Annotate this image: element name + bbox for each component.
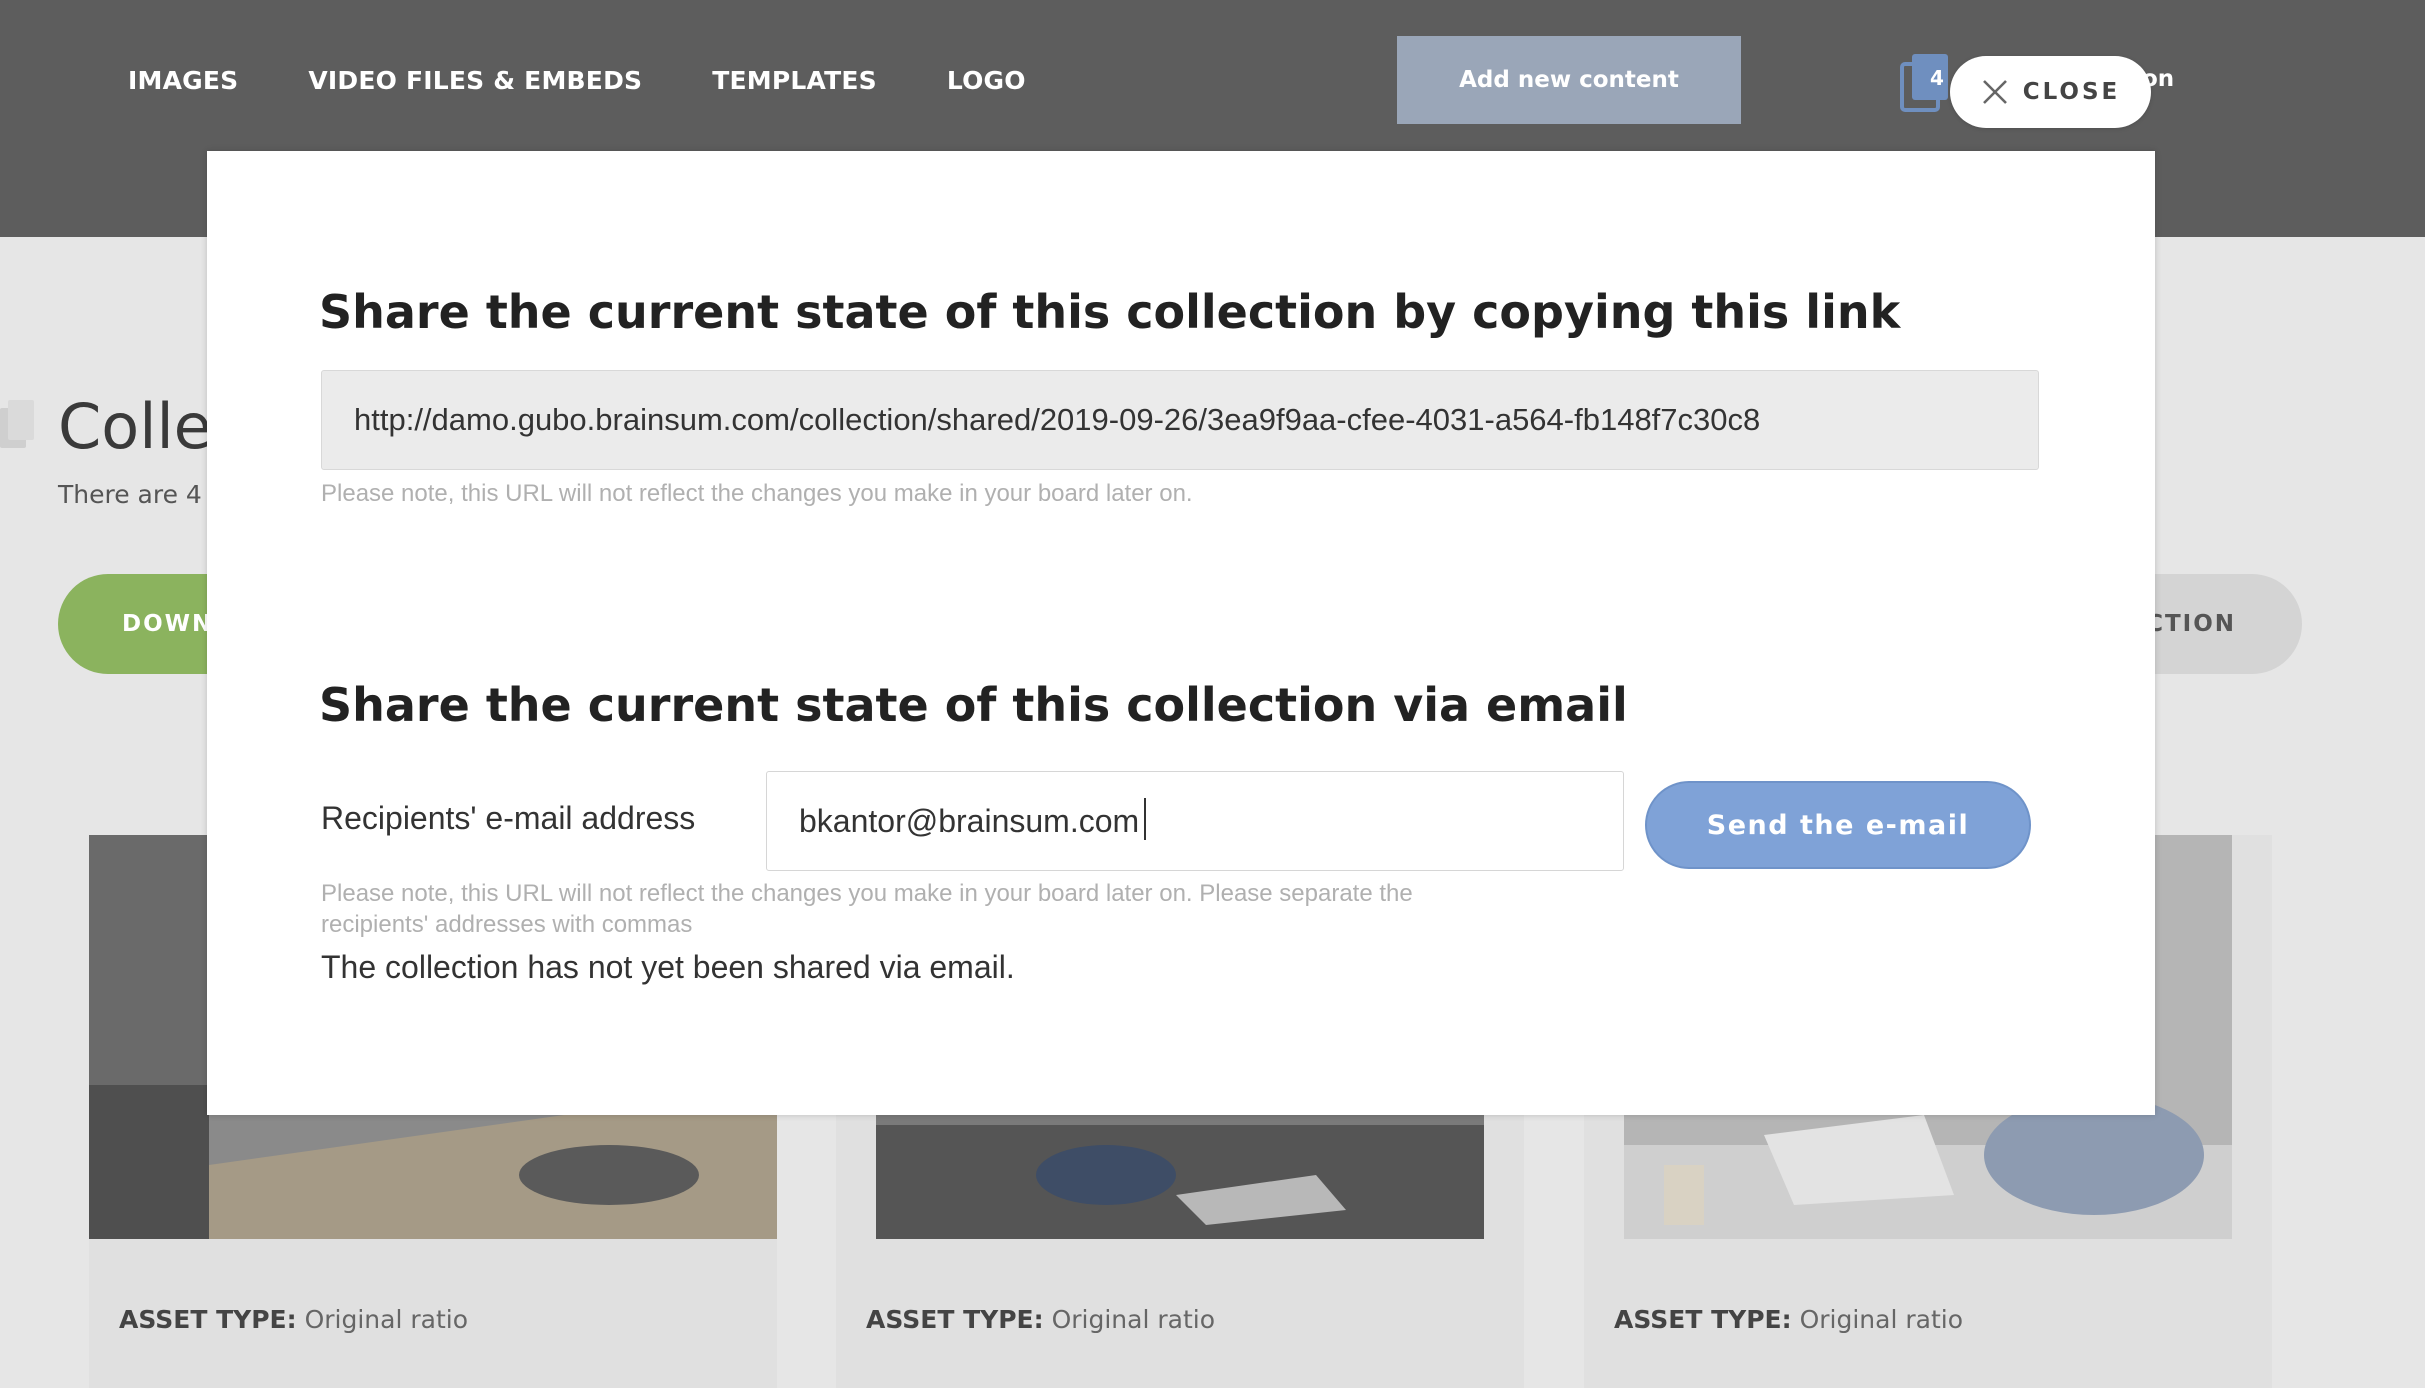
close-icon [1982, 80, 2007, 104]
asset-type-value: Original ratio [1799, 1305, 1963, 1334]
email-note-line: Please note, this URL will not reflect t… [321, 880, 1413, 907]
asset-type-value: Original ratio [304, 1305, 468, 1334]
share-url-field[interactable]: http://damo.gubo.brainsum.com/collection… [321, 370, 2039, 470]
collection-page-icon [0, 400, 34, 448]
page-subtitle: There are 4 [58, 480, 202, 509]
close-label: CLOSE [2022, 79, 2121, 105]
nav-item-templates[interactable]: TEMPLATES [712, 66, 877, 95]
send-email-button[interactable]: Send the e-mail [1645, 781, 2031, 869]
asset-type-value: Original ratio [1051, 1305, 1215, 1334]
nav-item-logo[interactable]: LOGO [947, 66, 1026, 95]
collection-count-badge: 4 [1930, 66, 1944, 90]
share-email-heading: Share the current state of this collecti… [319, 678, 1628, 732]
asset-type-label: ASSET TYPE: [119, 1305, 297, 1334]
email-note-line: recipients' addresses with commas [321, 911, 693, 938]
text-cursor [1144, 798, 1146, 840]
nav-item-images[interactable]: IMAGES [128, 66, 238, 95]
nav-item-video-files[interactable]: VIDEO FILES & EMBEDS [308, 66, 642, 95]
email-note: Please note, this URL will not reflect t… [321, 878, 1413, 940]
recipients-email-input[interactable] [766, 771, 1624, 871]
main-nav: IMAGES VIDEO FILES & EMBEDS TEMPLATES LO… [128, 66, 1026, 95]
share-url-note: Please note, this URL will not reflect t… [321, 480, 1193, 507]
asset-meta: ASSET TYPE: Original ratio [119, 1305, 468, 1334]
email-share-status: The collection has not yet been shared v… [321, 949, 1015, 985]
recipients-email-label: Recipients' e-mail address [321, 800, 696, 836]
share-link-heading: Share the current state of this collecti… [319, 285, 1901, 339]
page-title: Colle [58, 390, 212, 463]
add-new-content-button[interactable]: Add new content [1397, 36, 1741, 124]
share-collection-modal: Share the current state of this collecti… [207, 151, 2155, 1115]
asset-meta: ASSET TYPE: Original ratio [1614, 1305, 1963, 1334]
collection-icon[interactable] [1900, 48, 1956, 114]
asset-meta: ASSET TYPE: Original ratio [866, 1305, 1215, 1334]
asset-type-label: ASSET TYPE: [1614, 1305, 1792, 1334]
asset-type-label: ASSET TYPE: [866, 1305, 1044, 1334]
close-button[interactable]: CLOSE [1950, 56, 2151, 128]
